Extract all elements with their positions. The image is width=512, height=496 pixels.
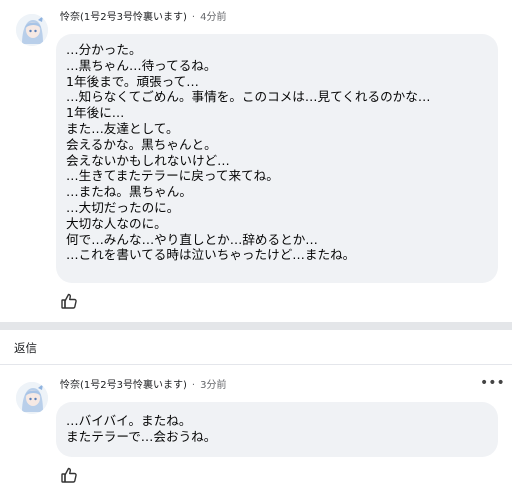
section-divider [0,322,512,330]
thumbs-up-icon[interactable] [60,466,78,484]
comment-author[interactable]: 怜奈(1号2号3号怜裏います) [60,12,187,23]
comment-author[interactable]: 怜奈(1号2号3号怜裏います) [60,380,187,391]
comment-thread: 怜奈(1号2号3号怜裏います) · 4分前 …分かった。 …黒ちゃん…待ってるね。 … [0,0,512,496]
replies-heading: 返信 [14,341,37,355]
comment-line: …これを書いてる時は泣いちゃったけど…またね。 [66,247,356,263]
divider-line [0,364,512,365]
comment-line: 1年後まで。頑張って… [66,73,199,89]
comment-line: 何で…みんな…やり直しとか…辞めるとか… [66,231,318,247]
comment-line: …黒ちゃん…待ってるね。 [66,57,217,73]
comment-line: 会えないかもしれないけど… [66,152,230,168]
comment-meta: 怜奈(1号2号3号怜裏います) · 3分前 [60,378,226,394]
reply-comment: 怜奈(1号2号3号怜裏います) · 3分前 ••• …バイバイ。またね。 またテラー… [0,368,512,496]
comment-line: 大切な人なのに。 [66,215,167,231]
avatar[interactable] [16,14,48,46]
avatar[interactable] [16,382,48,414]
meta-separator: · [191,380,196,391]
comment-line: …分かった。 [66,42,142,57]
more-options-icon[interactable]: ••• [480,376,505,394]
comment-line: …またね。黒ちゃん。 [66,184,192,200]
meta-separator: · [191,12,196,23]
comment: 怜奈(1号2号3号怜裏います) · 4分前 …分かった。 …黒ちゃん…待ってるね。 … [0,0,512,322]
comment-timestamp[interactable]: 4分前 [200,12,226,23]
comment-line: …生きてまたテラーに戻って来てね。 [66,168,279,184]
comment-line: また…友達として。 [66,120,179,136]
comment-line: …知らなくてごめん。事情を。このコメは…見てくれるのかな… [66,89,431,105]
comment-bubble: …バイバイ。またね。 またテラーで…会おうね。 [56,402,498,457]
thumbs-up-icon[interactable] [60,292,78,310]
comment-line: またテラーで…会おうね。 [66,428,217,444]
comment-line: 1年後に… [66,105,125,121]
comment-line: …バイバイ。またね。 [66,413,192,428]
comment-timestamp[interactable]: 3分前 [200,380,226,391]
comment-line: 会えるかな。黒ちゃんと。 [66,136,217,152]
comment-bubble: …分かった。 …黒ちゃん…待ってるね。 1年後まで。頑張って… …知らなくてごめ… [56,34,498,283]
comment-meta: 怜奈(1号2号3号怜裏います) · 4分前 [60,10,226,26]
comment-line: …大切だったのに。 [66,199,180,215]
